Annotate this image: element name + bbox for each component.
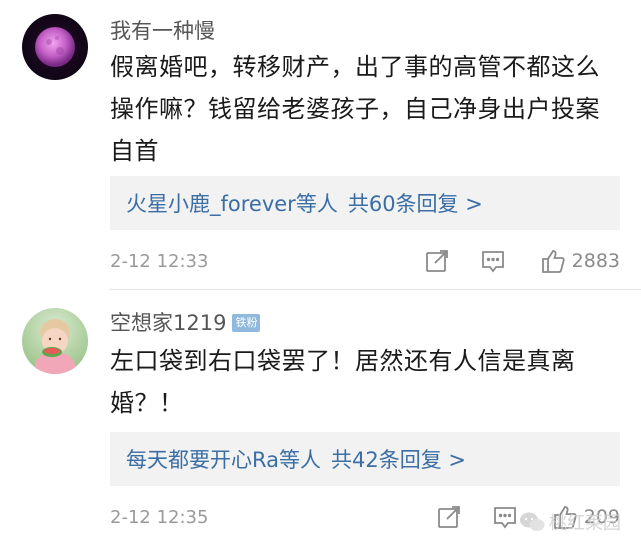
timestamp: 2-12 12:33 [110,250,209,272]
watermark: 桃红莱园 [519,509,621,535]
comment-text: 假离婚吧，转移财产，出了事的高管不都这么操作嘛？钱留给老婆孩子，自己净身出户投案… [110,53,600,165]
comment-actions: 2883 [424,246,620,276]
watermark-text: 桃红莱园 [549,513,621,534]
share-icon[interactable] [424,248,450,274]
comment-icon[interactable] [492,504,518,530]
comment-meta: 2-12 12:33 2883 [110,246,620,276]
avatar[interactable] [22,308,88,374]
like-count: 2883 [571,250,620,272]
reply-summary[interactable]: 每天都要开心Ra等人 共42条回复 > [110,432,620,486]
reply-count: 共42条回复 > [331,448,466,472]
share-icon[interactable] [436,504,462,530]
reply-count: 共60条回复 > [347,192,483,216]
divider [110,289,641,290]
reply-summary[interactable]: 火星小鹿_forever等人 共60条回复 > [110,176,620,230]
reply-users: 火星小鹿_forever等人 [126,192,338,216]
like-icon[interactable] [540,248,566,274]
purple-moon-avatar-icon [22,14,88,80]
reply-users: 每天都要开心Ra等人 [126,448,321,472]
fan-badge: 铁粉 [232,314,261,332]
comment-icon[interactable] [480,248,506,274]
username-row: 空想家1219 铁粉 [110,308,261,338]
comment-text: 左口袋到右口袋罢了！居然还有人信是真离婚？！ [110,347,576,417]
avatar[interactable] [22,14,88,80]
wechat-icon [520,512,545,531]
username-row: 我有一种慢 [110,16,215,46]
child-photo-avatar-icon [22,308,88,374]
timestamp: 2-12 12:35 [110,506,209,528]
username[interactable]: 空想家1219 [110,308,226,338]
comment-item: 我有一种慢 假离婚吧，转移财产，出了事的高管不都这么操作嘛？钱留给老婆孩子，自己… [0,0,641,290]
username[interactable]: 我有一种慢 [110,16,215,46]
